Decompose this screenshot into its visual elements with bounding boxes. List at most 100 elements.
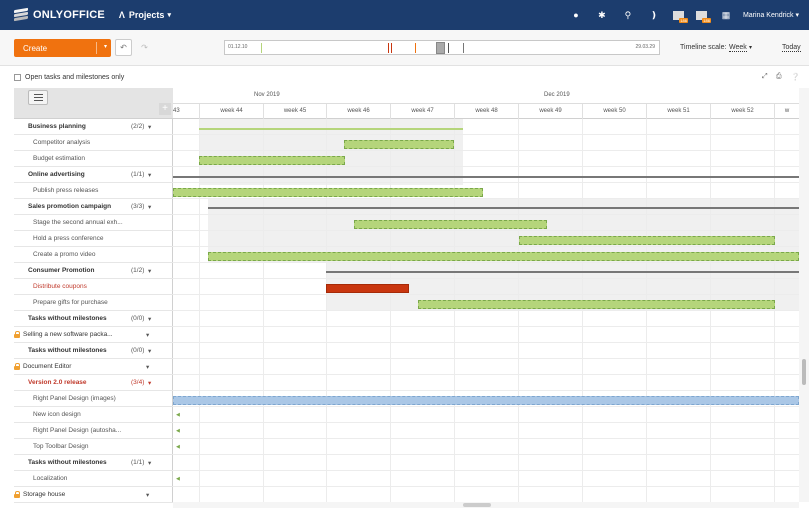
milestone-row[interactable]: Online advertising (1/1) ▾ — [14, 167, 173, 183]
chat-icon[interactable]: 186 — [695, 10, 711, 23]
task-row[interactable]: Competitor analysis — [14, 135, 173, 151]
week-label: week 50 — [582, 104, 646, 119]
onlyoffice-logo-icon — [14, 7, 28, 22]
list-menu-button[interactable] — [28, 90, 48, 105]
timeline-scale-select[interactable]: Week — [729, 44, 747, 52]
task-row[interactable]: Distribute coupons — [14, 279, 173, 295]
task-bar-promo-video[interactable] — [208, 252, 799, 261]
task-row[interactable]: Localization — [14, 471, 173, 487]
dollar-icon[interactable]: ● — [569, 8, 583, 22]
row-count: (0/0) — [131, 347, 145, 354]
milestone-row[interactable]: Version 2.0 release (3/4) ▾ — [14, 375, 173, 391]
help-icon[interactable]: ❔ — [791, 73, 800, 81]
task-bar-publish-press-releases[interactable] — [173, 188, 483, 197]
user-name: Marina Kendrick — [742, 12, 794, 19]
week-header: 43 week 44 week 45 week 46 week 47 week 48 wee… — [173, 104, 799, 119]
milestone-row[interactable]: Sales promotion campaign (3/3) ▾ — [14, 199, 173, 215]
chevron-down-icon[interactable]: ▾ — [148, 315, 151, 323]
arrow-left-icon: ◀ — [176, 412, 180, 418]
task-row[interactable]: Prepare gifts for purchase — [14, 295, 173, 311]
undo-button[interactable]: ↶ — [115, 39, 132, 56]
horizontal-scrollbar[interactable] — [173, 502, 799, 508]
task-bar-distribute-coupons[interactable] — [326, 284, 409, 293]
task-row[interactable]: Stage the second annual exh... — [14, 215, 173, 231]
task-bar-budget-estimation[interactable] — [199, 156, 345, 165]
task-row[interactable]: Right Panel Design (images) — [14, 391, 173, 407]
timeline-handle[interactable] — [436, 42, 445, 54]
task-bar-prepare-gifts[interactable] — [418, 300, 775, 309]
row-name: Right Panel Design (autosha... — [33, 427, 122, 434]
row-name: Create a promo video — [33, 251, 96, 258]
fullscreen-icon[interactable]: ⤢ — [762, 73, 768, 81]
project-row[interactable]: Document Editor ▾ — [14, 359, 173, 375]
chevron-down-icon[interactable]: ▾ — [148, 459, 151, 467]
row-name: Document Editor — [23, 363, 72, 370]
milestone-row[interactable]: Tasks without milestones (0/0) ▾ — [14, 343, 173, 359]
project-row[interactable]: Storage house ▾ — [14, 487, 173, 503]
search-icon[interactable]: ⚲ — [621, 8, 635, 22]
chevron-down-icon[interactable]: ▾ — [146, 331, 149, 339]
task-row[interactable]: Budget estimation — [14, 151, 173, 167]
open-only-checkbox[interactable] — [14, 74, 21, 81]
calendar-icon[interactable]: ▦ — [719, 8, 733, 22]
row-name: Hold a press conference — [33, 235, 104, 242]
milestone-row[interactable]: Tasks without milestones (1/1) ▾ — [14, 455, 173, 471]
task-row[interactable]: Create a promo video — [14, 247, 173, 263]
row-count: (1/2) — [131, 267, 145, 274]
row-count: (0/0) — [131, 315, 145, 322]
task-bar-press-conference[interactable] — [519, 236, 775, 245]
mail-icon[interactable]: 186 — [672, 10, 688, 23]
month-label: Dec 2019 — [544, 92, 570, 98]
arrow-left-icon: ◀ — [176, 444, 180, 450]
chevron-down-icon[interactable]: ▾ — [148, 123, 151, 131]
row-name: Budget estimation — [33, 155, 86, 162]
milestone-row[interactable]: Business planning (2/2) ▾ — [14, 119, 173, 135]
task-row[interactable]: Hold a press conference — [14, 231, 173, 247]
row-name: Stage the second annual exh... — [33, 219, 123, 226]
chevron-down-icon[interactable]: ▾ — [749, 44, 752, 51]
lock-icon — [14, 491, 20, 498]
row-name: Top Toolbar Design — [33, 443, 89, 450]
row-count: (1/1) — [131, 459, 145, 466]
timeline-overview[interactable]: 01.12.10 29.03.29 — [224, 40, 660, 55]
milestone-bar-online-advertising[interactable] — [173, 176, 799, 178]
chevron-down-icon[interactable]: ▾ — [104, 43, 107, 50]
task-bar-competitor-analysis[interactable] — [344, 140, 454, 149]
add-item-button[interactable]: + — [159, 103, 171, 115]
task-row[interactable]: Top Toolbar Design — [14, 439, 173, 455]
project-row[interactable]: Selling a new software packa... ▾ — [14, 327, 173, 343]
today-button[interactable]: Today — [782, 44, 801, 52]
task-row[interactable]: Right Panel Design (autosha... — [14, 423, 173, 439]
milestone-bar-business-planning[interactable] — [199, 128, 463, 130]
chevron-down-icon[interactable]: ▾ — [148, 347, 151, 355]
print-icon[interactable]: ⎙ — [776, 73, 782, 81]
chevron-down-icon[interactable]: ▾ — [146, 491, 149, 499]
logo-text: ONLYOFFICE — [33, 9, 105, 21]
milestone-row[interactable]: Consumer Promotion (1/2) ▾ — [14, 263, 173, 279]
milestone-row[interactable]: Tasks without milestones (0/0) ▾ — [14, 311, 173, 327]
task-row[interactable]: New icon design — [14, 407, 173, 423]
task-row[interactable]: Publish press releases — [14, 183, 173, 199]
chevron-down-icon[interactable]: ▾ — [148, 379, 151, 387]
create-button[interactable]: Create ▾ — [14, 39, 111, 57]
row-name: Tasks without milestones — [28, 347, 107, 354]
mail-badge: 186 — [679, 17, 688, 23]
redo-button[interactable]: ↷ — [136, 39, 153, 56]
month-header: Nov 2019 Dec 2019 — [173, 88, 799, 104]
task-bar-stage-exhibition[interactable] — [354, 220, 547, 229]
onlyoffice-logo[interactable]: ONLYOFFICE — [14, 7, 105, 22]
milestone-bar-consumer-promotion[interactable] — [326, 271, 799, 273]
task-bar-right-panel-images[interactable] — [173, 396, 799, 405]
chevron-down-icon[interactable]: ▾ — [146, 363, 149, 371]
feed-icon[interactable]: ❫ — [647, 8, 661, 22]
module-switcher[interactable]: Λ Projects ▾ — [119, 10, 171, 20]
chevron-down-icon[interactable]: ▾ — [148, 267, 151, 275]
gear-icon[interactable]: ✱ — [595, 8, 609, 22]
top-navigation-bar: ONLYOFFICE Λ Projects ▾ ● ✱ ⚲ ❫ 186 186 … — [0, 0, 809, 30]
open-only-label[interactable]: Open tasks and milestones only — [25, 74, 124, 81]
user-menu[interactable]: Marina Kendrick ▾ — [743, 11, 799, 19]
milestone-bar-sales-promotion[interactable] — [208, 207, 799, 209]
vertical-scrollbar[interactable] — [799, 88, 809, 502]
chevron-down-icon[interactable]: ▾ — [148, 171, 151, 179]
chevron-down-icon[interactable]: ▾ — [148, 203, 151, 211]
